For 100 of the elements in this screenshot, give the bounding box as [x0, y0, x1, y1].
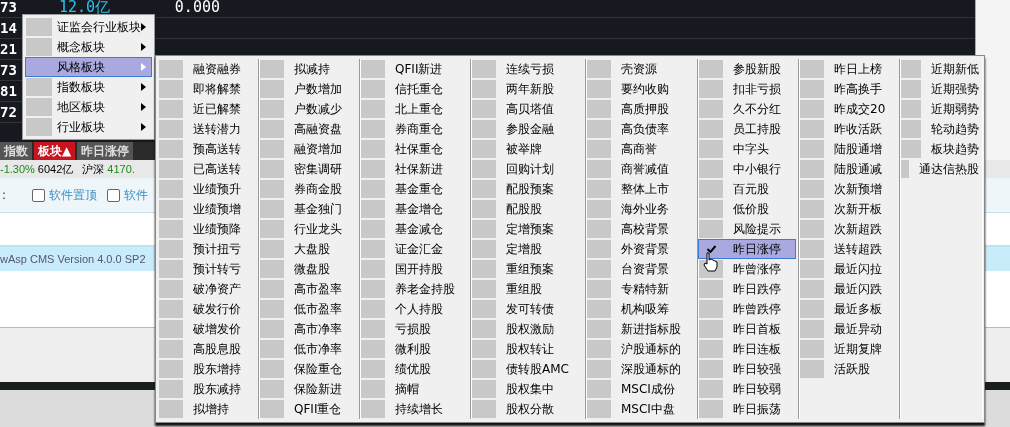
- menu-item[interactable]: 近已解禁: [158, 99, 256, 119]
- menu-item[interactable]: 融资融券: [158, 59, 256, 79]
- menu-item[interactable]: 养老金持股: [360, 279, 468, 299]
- menu-item[interactable]: 高校背景: [586, 219, 695, 239]
- menu-item[interactable]: 即将解禁: [158, 79, 256, 99]
- menu-item[interactable]: 户数减少: [259, 99, 357, 119]
- menu-item[interactable]: 中字头: [698, 139, 796, 159]
- menu-item[interactable]: 定增预案: [471, 219, 583, 239]
- menu-item[interactable]: 最近多板: [799, 299, 897, 319]
- menu-item[interactable]: 风格板块: [25, 57, 152, 77]
- menu-item[interactable]: 高贝塔值: [471, 99, 583, 119]
- menu-item[interactable]: 定增股: [471, 239, 583, 259]
- menu-item[interactable]: 摘帽: [360, 379, 468, 399]
- menu-item[interactable]: 绩优股: [360, 359, 468, 379]
- menu-item[interactable]: 高股息股: [158, 339, 256, 359]
- menu-item[interactable]: 重组预案: [471, 259, 583, 279]
- menu-item[interactable]: 最近异动: [799, 319, 897, 339]
- menu-item[interactable]: 低市净率: [259, 339, 357, 359]
- tab[interactable]: 板块▲: [34, 142, 76, 160]
- menu-item[interactable]: 重组股: [471, 279, 583, 299]
- menu-item[interactable]: 百元股: [698, 179, 796, 199]
- menu-item[interactable]: 近期复牌: [799, 339, 897, 359]
- menu-item[interactable]: 昨日连板: [698, 339, 796, 359]
- menu-item[interactable]: 通达信热股: [900, 159, 980, 179]
- menu-item[interactable]: 久不分红: [698, 99, 796, 119]
- menu-item[interactable]: 预计转亏: [158, 259, 256, 279]
- menu-item[interactable]: 参股金融: [471, 119, 583, 139]
- menu-item[interactable]: 地区板块: [25, 97, 152, 117]
- menu-item[interactable]: 基金增仓: [360, 199, 468, 219]
- menu-item[interactable]: 整体上市: [586, 179, 695, 199]
- menu-item[interactable]: 低价股: [698, 199, 796, 219]
- menu-item[interactable]: 送转潜力: [158, 119, 256, 139]
- menu-item[interactable]: 券商金股: [259, 179, 357, 199]
- menu-item[interactable]: 配股预案: [471, 179, 583, 199]
- menu-item[interactable]: QFII重仓: [259, 399, 357, 419]
- menu-item[interactable]: 要约收购: [586, 79, 695, 99]
- menu-item[interactable]: 昨日首板: [698, 319, 796, 339]
- menu-item[interactable]: 商誉减值: [586, 159, 695, 179]
- menu-item[interactable]: 券商重仓: [360, 119, 468, 139]
- menu-item[interactable]: 最近闪拉: [799, 259, 897, 279]
- menu-item[interactable]: 送转超跌: [799, 239, 897, 259]
- menu-item[interactable]: 高融资盘: [259, 119, 357, 139]
- menu-item[interactable]: 参股新股: [698, 59, 796, 79]
- menu-item[interactable]: 社保重仓: [360, 139, 468, 159]
- menu-item[interactable]: 密集调研: [259, 159, 357, 179]
- menu-item[interactable]: 高市净率: [259, 319, 357, 339]
- menu-item[interactable]: 微利股: [360, 339, 468, 359]
- menu-item[interactable]: 行业板块: [25, 117, 152, 137]
- menu-item[interactable]: 活跃股: [799, 359, 897, 379]
- menu-item[interactable]: 股东减持: [158, 379, 256, 399]
- menu-item[interactable]: QFII新进: [360, 59, 468, 79]
- menu-item[interactable]: 连续亏损: [471, 59, 583, 79]
- menu-item[interactable]: 个人持股: [360, 299, 468, 319]
- menu-item[interactable]: 社保新进: [360, 159, 468, 179]
- menu-item[interactable]: 最近闪跌: [799, 279, 897, 299]
- menu-item[interactable]: 拟减持: [259, 59, 357, 79]
- menu-item[interactable]: 壳资源: [586, 59, 695, 79]
- menu-item[interactable]: 两年新股: [471, 79, 583, 99]
- menu-item[interactable]: 股权激励: [471, 319, 583, 339]
- menu-item[interactable]: 沪股通标的: [586, 339, 695, 359]
- menu-item[interactable]: 昨日较强: [698, 359, 796, 379]
- menu-item[interactable]: 近期弱势: [900, 99, 980, 119]
- menu-item[interactable]: 融资增加: [259, 139, 357, 159]
- menu-item[interactable]: 次新开板: [799, 199, 897, 219]
- menu-item[interactable]: 配股股: [471, 199, 583, 219]
- menu-item[interactable]: 债转股AMC: [471, 359, 583, 379]
- menu-item[interactable]: 证金汇金: [360, 239, 468, 259]
- menu-item[interactable]: 拟增持: [158, 399, 256, 419]
- menu-item[interactable]: 亏损股: [360, 319, 468, 339]
- menu-item[interactable]: 扣非亏损: [698, 79, 796, 99]
- menu-item[interactable]: 深股通标的: [586, 359, 695, 379]
- menu-item[interactable]: 昨日较弱: [698, 379, 796, 399]
- menu-item[interactable]: 机构吸筹: [586, 299, 695, 319]
- menu-item[interactable]: 破发行价: [158, 299, 256, 319]
- menu-item[interactable]: 户数增加: [259, 79, 357, 99]
- menu-item[interactable]: 高质押股: [586, 99, 695, 119]
- menu-item[interactable]: 股东增持: [158, 359, 256, 379]
- menu-item[interactable]: 员工持股: [698, 119, 796, 139]
- menu-item[interactable]: 保险重仓: [259, 359, 357, 379]
- menu-item[interactable]: 陆股通减: [799, 159, 897, 179]
- menu-item[interactable]: 概念板块: [25, 37, 152, 57]
- menu-item[interactable]: MSCI成份: [586, 379, 695, 399]
- menu-item[interactable]: 指数板块: [25, 77, 152, 97]
- menu-item[interactable]: 业绩预增: [158, 199, 256, 219]
- checkbox[interactable]: [107, 188, 120, 202]
- menu-item[interactable]: 破增发价: [158, 319, 256, 339]
- menu-item[interactable]: 证监会行业板块: [25, 17, 152, 37]
- menu-item[interactable]: MSCI中盘: [586, 399, 695, 419]
- menu-item[interactable]: 中小银行: [698, 159, 796, 179]
- menu-item[interactable]: 北上重仓: [360, 99, 468, 119]
- menu-item[interactable]: 昨日上榜: [799, 59, 897, 79]
- menu-item[interactable]: 昨日涨停: [698, 239, 796, 259]
- menu-item[interactable]: 持续增长: [360, 399, 468, 419]
- menu-item[interactable]: 高负债率: [586, 119, 695, 139]
- checkbox[interactable]: [32, 188, 45, 202]
- menu-item[interactable]: 已高送转: [158, 159, 256, 179]
- menu-item[interactable]: 预计扭亏: [158, 239, 256, 259]
- menu-item[interactable]: 微盘股: [259, 259, 357, 279]
- menu-item[interactable]: 海外业务: [586, 199, 695, 219]
- menu-item[interactable]: 回购计划: [471, 159, 583, 179]
